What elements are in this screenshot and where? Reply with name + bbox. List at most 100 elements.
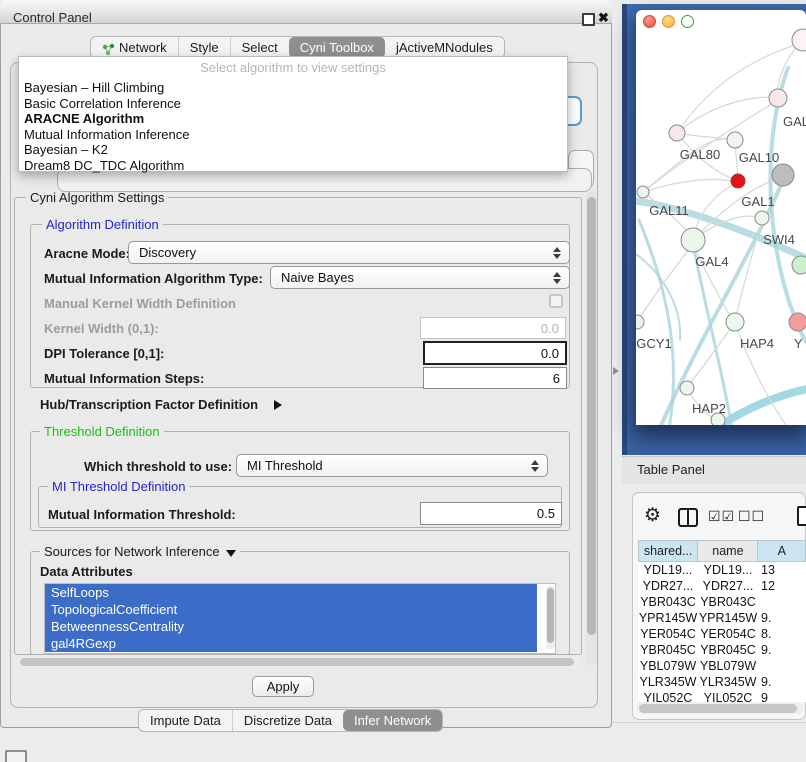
tab-jactivemnodules[interactable]: jActiveMNodules bbox=[385, 37, 504, 58]
attribute-item[interactable]: BetweennessCentrality bbox=[45, 618, 537, 635]
settings-vscroll-thumb[interactable] bbox=[587, 197, 596, 635]
tab-network[interactable]: Network bbox=[91, 37, 178, 58]
mi-threshold-field[interactable]: 0.5 bbox=[420, 502, 562, 525]
attributes-scrollbar-thumb[interactable] bbox=[547, 588, 554, 643]
tab-select[interactable]: Select bbox=[230, 37, 289, 58]
table-row[interactable]: YBR043CYBR043C bbox=[638, 594, 806, 610]
network-node[interactable] bbox=[711, 413, 725, 425]
network-node[interactable] bbox=[669, 125, 685, 141]
select-all-icon[interactable]: ☑☑ bbox=[708, 508, 735, 525]
tab-infer-network[interactable]: Infer Network bbox=[343, 710, 442, 731]
algorithm-definition-title: Algorithm Definition bbox=[42, 217, 163, 232]
algorithm-option[interactable]: Bayesian – Hill Climbing bbox=[19, 80, 567, 96]
mi-steps-field[interactable]: 6 bbox=[423, 367, 567, 389]
network-node[interactable] bbox=[637, 186, 649, 198]
table-panel-title: Table Panel bbox=[637, 462, 705, 477]
network-node[interactable] bbox=[726, 313, 744, 331]
algorithm-dropdown-popup: Select algorithm to view settings Bayesi… bbox=[18, 56, 568, 172]
table-row[interactable]: YBR045CYBR045C9. bbox=[638, 642, 806, 658]
attribute-item[interactable]: SelfLoops bbox=[45, 584, 537, 601]
aracne-mode-combobox[interactable]: Discovery bbox=[128, 241, 570, 264]
apply-button[interactable]: Apply bbox=[252, 676, 314, 697]
table-cell: YDL19... bbox=[698, 562, 758, 578]
kernel-width-field: 0.0 bbox=[420, 317, 566, 339]
network-node[interactable] bbox=[792, 256, 806, 274]
mi-steps-label: Mutual Information Steps: bbox=[44, 371, 204, 386]
tab-style[interactable]: Style bbox=[178, 37, 230, 58]
columns-icon[interactable] bbox=[678, 508, 698, 527]
table-cell: 9. bbox=[758, 642, 806, 658]
network-node[interactable] bbox=[789, 313, 806, 331]
algorithm-options: Bayesian – Hill ClimbingBasic Correlatio… bbox=[19, 80, 567, 173]
table-cell bbox=[758, 594, 806, 610]
network-node[interactable] bbox=[792, 29, 806, 51]
table-row[interactable]: YER054CYER054C8. bbox=[638, 626, 806, 642]
network-node-label: SWI4 bbox=[763, 232, 795, 247]
algorithm-option[interactable]: Mutual Information Inference bbox=[19, 127, 567, 143]
algorithm-option[interactable]: ARACNE Algorithm bbox=[19, 111, 567, 127]
table-row[interactable]: YPR145WYPR145W9. bbox=[638, 610, 806, 626]
network-edge[interactable] bbox=[637, 248, 690, 322]
settings-hscroll-thumb[interactable] bbox=[20, 658, 574, 666]
table-header-row: shared... name A bbox=[638, 540, 806, 562]
sources-group-header[interactable]: Sources for Network Inference bbox=[40, 544, 240, 559]
floating-panel-icon[interactable] bbox=[5, 750, 27, 762]
network-edge[interactable] bbox=[677, 97, 778, 133]
table-cell: YDR27... bbox=[638, 578, 698, 594]
file-icon[interactable] bbox=[797, 506, 806, 526]
network-edge[interactable] bbox=[643, 100, 778, 192]
table-hscroll-thumb[interactable] bbox=[639, 704, 797, 713]
gear-icon[interactable]: ⚙ bbox=[644, 505, 661, 527]
algorithm-option[interactable]: Dream8 DC_TDC Algorithm bbox=[19, 158, 567, 174]
network-node[interactable] bbox=[772, 164, 794, 186]
network-node[interactable] bbox=[680, 381, 694, 395]
network-view-window[interactable]: GALGAL80GAL10GAL11GAL1SWI4GAL4GCY1HAP4YH… bbox=[636, 10, 806, 425]
mi-threshold-group-title: MI Threshold Definition bbox=[48, 479, 189, 494]
unselect-all-icon[interactable]: ☐☐ bbox=[738, 508, 765, 525]
network-node[interactable] bbox=[731, 174, 745, 188]
table-horizontal-scrollbar[interactable] bbox=[636, 702, 804, 714]
network-node[interactable] bbox=[769, 89, 787, 107]
table-row[interactable]: YDR27...YDR27...12 bbox=[638, 578, 806, 594]
sources-collapse-icon[interactable] bbox=[226, 550, 236, 557]
table-row[interactable]: YLR345WYLR345W9. bbox=[638, 674, 806, 690]
network-edge[interactable] bbox=[770, 68, 806, 342]
table-cell: YER054C bbox=[638, 626, 698, 642]
tab-discretize-data[interactable]: Discretize Data bbox=[232, 710, 343, 731]
table-cell: YBR045C bbox=[698, 642, 758, 658]
attribute-item[interactable]: TopologicalCoefficient bbox=[45, 601, 537, 618]
attributes-scrollbar[interactable] bbox=[546, 586, 555, 649]
attribute-item[interactable]: gal4RGexp bbox=[45, 635, 537, 652]
column-header-shared-name[interactable]: shared... bbox=[638, 540, 698, 562]
network-node-label: GAL10 bbox=[739, 150, 779, 165]
table-row[interactable]: YBL079WYBL079W bbox=[638, 658, 806, 674]
which-threshold-combobox[interactable]: MI Threshold bbox=[236, 454, 548, 477]
table-body[interactable]: YDL19...YDL19...13YDR27...YDR27...12YBR0… bbox=[638, 562, 806, 702]
combo-spinner-icon bbox=[531, 459, 539, 473]
network-node[interactable] bbox=[636, 315, 644, 329]
network-node-label: GAL11 bbox=[649, 203, 689, 218]
tab-cyni-toolbox[interactable]: Cyni Toolbox bbox=[289, 37, 385, 58]
close-panel-icon[interactable]: ✖ bbox=[598, 11, 609, 25]
column-header-name[interactable]: name bbox=[698, 540, 758, 562]
network-icon bbox=[102, 41, 115, 54]
settings-vertical-scrollbar[interactable] bbox=[586, 191, 597, 666]
network-canvas[interactable]: GALGAL80GAL10GAL11GAL1SWI4GAL4GCY1HAP4YH… bbox=[636, 10, 806, 425]
network-node[interactable] bbox=[681, 228, 705, 252]
column-header-clipped[interactable]: A bbox=[758, 540, 806, 562]
network-node[interactable] bbox=[755, 211, 769, 225]
algorithm-option[interactable]: Bayesian – K2 bbox=[19, 142, 567, 158]
dpi-tolerance-field[interactable]: 0.0 bbox=[423, 341, 567, 365]
network-node[interactable] bbox=[727, 132, 743, 148]
table-row[interactable]: YIL052CYIL052C9 bbox=[638, 690, 806, 702]
float-window-icon[interactable] bbox=[582, 13, 595, 26]
tab-impute-data[interactable]: Impute Data bbox=[139, 710, 232, 731]
data-attributes-list[interactable]: SelfLoopsTopologicalCoefficientBetweenne… bbox=[44, 583, 556, 654]
algorithm-option[interactable]: Basic Correlation Inference bbox=[19, 96, 567, 112]
table-row[interactable]: YDL19...YDL19...13 bbox=[638, 562, 806, 578]
splitter-collapse-icon[interactable] bbox=[613, 367, 619, 375]
mi-type-combobox[interactable]: Naive Bayes bbox=[270, 266, 570, 289]
mi-threshold-label: Mutual Information Threshold: bbox=[48, 507, 236, 522]
hub-expand-icon[interactable] bbox=[274, 397, 282, 415]
settings-horizontal-scrollbar[interactable] bbox=[18, 657, 582, 668]
